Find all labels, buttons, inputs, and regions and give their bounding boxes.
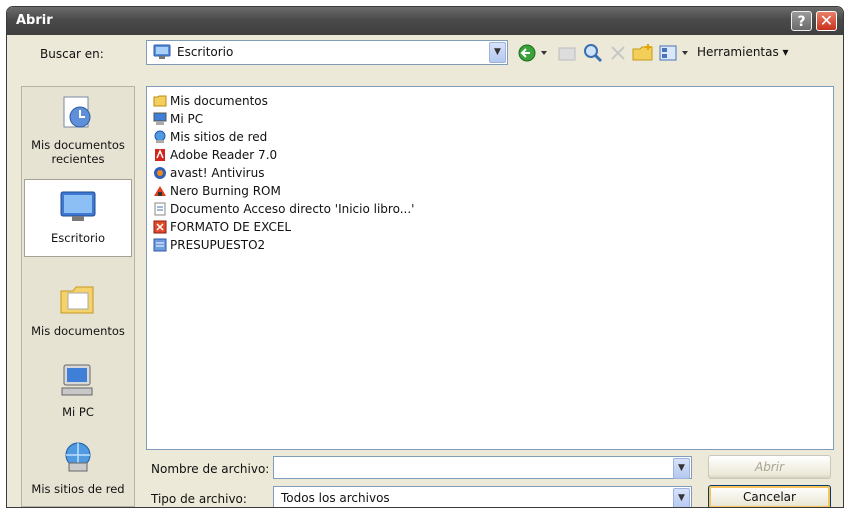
avast-icon <box>154 167 166 179</box>
open-dialog: Abrir ? ✕ Buscar en: Escritorio ▼ Herram… <box>6 6 844 508</box>
search-web-button[interactable] <box>581 42 605 64</box>
chevron-down-icon[interactable]: ▼ <box>673 458 690 479</box>
places-bar: Mis documentos recientes Escritorio Mis … <box>21 86 135 507</box>
new-folder-button[interactable] <box>631 42 655 64</box>
adobe-reader-icon <box>155 149 165 161</box>
desktop-icon <box>153 44 171 59</box>
views-button[interactable] <box>658 42 694 64</box>
list-item[interactable]: FORMATO DE EXCEL <box>153 219 291 235</box>
list-item[interactable]: Mis documentos <box>153 93 268 109</box>
excel-file-icon <box>153 220 167 234</box>
desktop-icon <box>60 191 96 221</box>
filename-input[interactable]: ▼ <box>273 456 692 479</box>
look-in-label: Buscar en: <box>40 47 104 61</box>
up-folder-button[interactable] <box>556 42 578 64</box>
recent-docs-icon <box>63 96 91 128</box>
filetype-label: Tipo de archivo: <box>151 492 247 506</box>
list-item[interactable]: Adobe Reader 7.0 <box>153 147 277 163</box>
filetype-value: Todos los archivos <box>281 491 390 505</box>
my-documents-icon <box>60 286 94 314</box>
place-my-computer[interactable]: Mi PC <box>24 362 132 424</box>
network-icon <box>154 130 166 143</box>
tools-menu[interactable]: Herramientas ▾ <box>697 45 789 59</box>
my-computer-icon <box>61 364 93 396</box>
filename-label: Nombre de archivo: <box>151 462 270 476</box>
nero-icon <box>154 186 166 196</box>
place-my-documents[interactable]: Mis documentos <box>24 281 132 351</box>
help-button[interactable]: ? <box>791 11 812 31</box>
list-item[interactable]: PRESUPUESTO2 <box>153 237 265 253</box>
place-label: Mi PC <box>62 405 94 419</box>
cancel-button[interactable]: Cancelar <box>708 485 831 507</box>
file-list[interactable]: Mis documentos Mi PC Mis sitios de red A… <box>146 86 834 450</box>
chevron-down-icon[interactable]: ▼ <box>673 488 690 507</box>
title-bar[interactable]: Abrir ? ✕ <box>7 7 843 35</box>
filetype-dropdown[interactable]: Todos los archivos ▼ <box>273 486 692 507</box>
place-desktop[interactable]: Escritorio <box>24 179 132 257</box>
place-network-places[interactable]: Mis sitios de red <box>24 439 132 505</box>
close-button[interactable]: ✕ <box>816 11 837 31</box>
place-label: Escritorio <box>50 231 105 245</box>
open-button[interactable]: Abrir <box>708 455 831 479</box>
look-in-dropdown[interactable]: Escritorio ▼ <box>146 40 508 65</box>
delete-button[interactable] <box>607 42 629 64</box>
document-file-icon <box>153 238 167 252</box>
place-label: Mis documentos <box>31 324 125 338</box>
back-button[interactable] <box>516 42 556 64</box>
list-item[interactable]: Documento Acceso directo 'Inicio libro..… <box>153 201 414 217</box>
list-item[interactable]: avast! Antivirus <box>153 165 264 181</box>
place-label: Mis documentos recientes <box>31 138 125 166</box>
list-item[interactable]: Mi PC <box>153 111 203 127</box>
chevron-down-icon[interactable]: ▼ <box>489 42 506 63</box>
list-item[interactable]: Mis sitios de red <box>153 129 267 145</box>
network-places-icon <box>65 442 91 472</box>
computer-icon <box>153 112 167 125</box>
place-recent-documents[interactable]: Mis documentos recientes <box>24 95 132 173</box>
shortcut-icon <box>154 202 166 216</box>
list-item[interactable]: Nero Burning ROM <box>153 183 281 199</box>
folder-icon <box>153 95 167 107</box>
dialog-title: Abrir <box>16 13 53 28</box>
look-in-value: Escritorio <box>177 45 234 59</box>
place-label: Mis sitios de red <box>31 482 125 496</box>
